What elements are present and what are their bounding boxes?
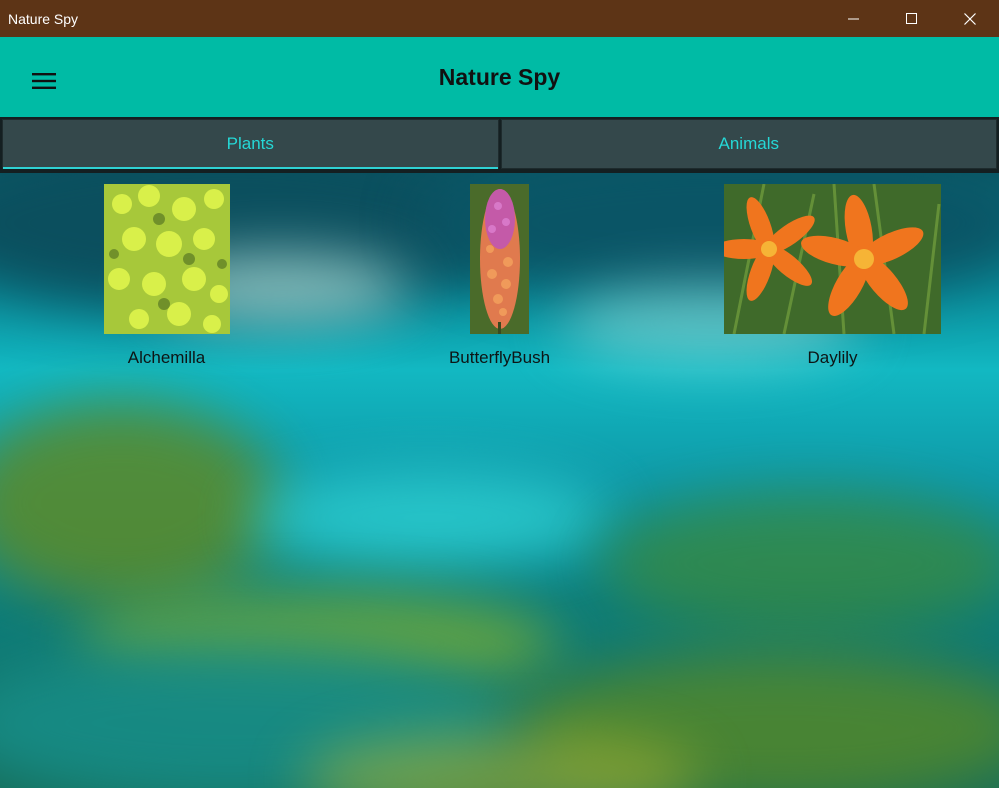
- tab-animals[interactable]: Animals: [500, 119, 997, 169]
- plant-card-label: ButterflyBush: [448, 348, 551, 367]
- butterfly-bush-photo: [470, 184, 529, 334]
- page-title: Nature Spy: [438, 63, 561, 90]
- plant-gallery: Alchemilla ButterflyBush Daylily: [0, 173, 999, 368]
- minimize-icon: [848, 18, 859, 19]
- menu-button[interactable]: [24, 61, 64, 101]
- plant-card-daylily[interactable]: Daylily: [666, 173, 999, 368]
- plant-card-butterflybush[interactable]: ButterflyBush: [333, 173, 666, 368]
- maximize-button[interactable]: [883, 0, 941, 37]
- window-title: Nature Spy: [8, 10, 79, 27]
- daylily-photo: [724, 184, 941, 334]
- window-titlebar: Nature Spy: [0, 0, 999, 37]
- minimize-button[interactable]: [825, 0, 883, 37]
- alchemilla-photo: [103, 184, 230, 334]
- maximize-icon: [906, 12, 917, 24]
- plant-card-label: Daylily: [807, 348, 858, 367]
- close-button[interactable]: [941, 0, 999, 37]
- app-header: Nature Spy: [0, 37, 999, 117]
- close-icon: [964, 12, 976, 25]
- plant-card-alchemilla[interactable]: Alchemilla: [0, 173, 333, 368]
- hamburger-menu-icon: [32, 73, 56, 89]
- tab-plants-label: Plants: [226, 134, 274, 153]
- tab-bar: Plants Animals: [0, 117, 999, 173]
- plant-card-label: Alchemilla: [127, 348, 206, 367]
- tab-plants[interactable]: Plants: [2, 119, 499, 169]
- tab-animals-label: Animals: [718, 134, 779, 153]
